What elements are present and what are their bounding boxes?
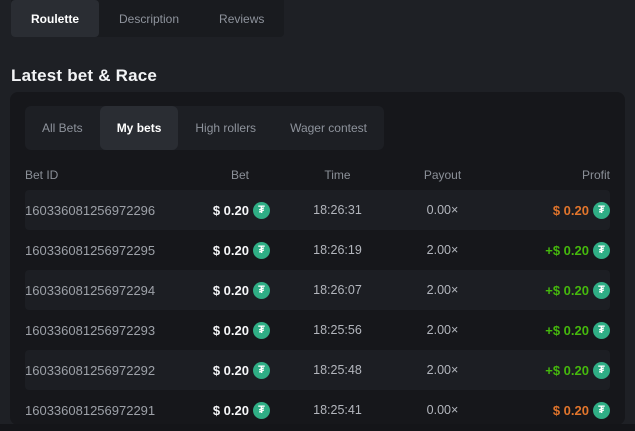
time-cell: 18:26:31 [270,203,405,217]
tab-roulette[interactable]: Roulette [11,0,99,37]
profit-cell: +$ 0.20₮ [480,282,610,299]
table-row: 160336081256972293$ 0.20₮18:25:562.00×+$… [25,310,610,350]
bet-id-cell: 160336081256972291 [25,403,200,418]
table-row: 160336081256972292$ 0.20₮18:25:482.00×+$… [25,350,610,390]
bet-filter-tabs: All BetsMy betsHigh rollersWager contest [25,106,384,150]
section-title: Latest bet & Race [11,66,157,86]
payout-cell: 2.00× [405,363,480,377]
tether-icon: ₮ [253,242,270,259]
payout-cell: 2.00× [405,283,480,297]
filter-tab-wager-contest[interactable]: Wager contest [273,106,384,150]
table-row: 160336081256972296$ 0.20₮18:26:310.00×$ … [25,190,610,230]
bet-id-cell: 160336081256972296 [25,203,200,218]
payout-cell: 0.00× [405,403,480,417]
tether-icon: ₮ [593,362,610,379]
tether-icon: ₮ [253,322,270,339]
time-cell: 18:26:07 [270,283,405,297]
header-bet: Bet [200,168,270,182]
time-cell: 18:25:48 [270,363,405,377]
tether-icon: ₮ [593,202,610,219]
tether-icon: ₮ [253,362,270,379]
tether-icon: ₮ [253,402,270,419]
tether-icon: ₮ [253,202,270,219]
bet-amount-cell: $ 0.20₮ [200,242,270,259]
bets-table-header: Bet ID Bet Time Payout Profit [25,160,610,190]
next-section-edge [0,424,635,431]
header-profit: Profit [480,168,610,182]
bet-amount-cell: $ 0.20₮ [200,202,270,219]
bet-id-cell: 160336081256972294 [25,283,200,298]
profit-cell: +$ 0.20₮ [480,322,610,339]
header-payout: Payout [405,168,480,182]
tether-icon: ₮ [593,402,610,419]
payout-cell: 2.00× [405,323,480,337]
bets-table: Bet ID Bet Time Payout Profit 1603360812… [25,160,610,430]
latest-bets-panel: All BetsMy betsHigh rollersWager contest… [10,92,625,425]
tab-description[interactable]: Description [99,0,199,37]
profit-cell: $ 0.20₮ [480,402,610,419]
bet-id-cell: 160336081256972292 [25,363,200,378]
table-row: 160336081256972294$ 0.20₮18:26:072.00×+$… [25,270,610,310]
time-cell: 18:25:56 [270,323,405,337]
bet-amount-cell: $ 0.20₮ [200,282,270,299]
bet-id-cell: 160336081256972295 [25,243,200,258]
profit-cell: +$ 0.20₮ [480,362,610,379]
header-bet-id: Bet ID [25,168,200,182]
tab-reviews[interactable]: Reviews [199,0,284,37]
game-tabs: RouletteDescriptionReviews [11,0,284,37]
bet-amount-cell: $ 0.20₮ [200,402,270,419]
tether-icon: ₮ [593,322,610,339]
bet-amount-cell: $ 0.20₮ [200,322,270,339]
profit-cell: $ 0.20₮ [480,202,610,219]
time-cell: 18:26:19 [270,243,405,257]
bet-id-cell: 160336081256972293 [25,323,200,338]
payout-cell: 0.00× [405,203,480,217]
tether-icon: ₮ [593,242,610,259]
table-row: 160336081256972295$ 0.20₮18:26:192.00×+$… [25,230,610,270]
payout-cell: 2.00× [405,243,480,257]
filter-tab-high-rollers[interactable]: High rollers [178,106,273,150]
bet-amount-cell: $ 0.20₮ [200,362,270,379]
bets-table-body: 160336081256972296$ 0.20₮18:26:310.00×$ … [25,190,610,430]
time-cell: 18:25:41 [270,403,405,417]
profit-cell: +$ 0.20₮ [480,242,610,259]
filter-tab-my-bets[interactable]: My bets [100,106,179,150]
filter-tab-all-bets[interactable]: All Bets [25,106,100,150]
tether-icon: ₮ [253,282,270,299]
header-time: Time [270,168,405,182]
tether-icon: ₮ [593,282,610,299]
